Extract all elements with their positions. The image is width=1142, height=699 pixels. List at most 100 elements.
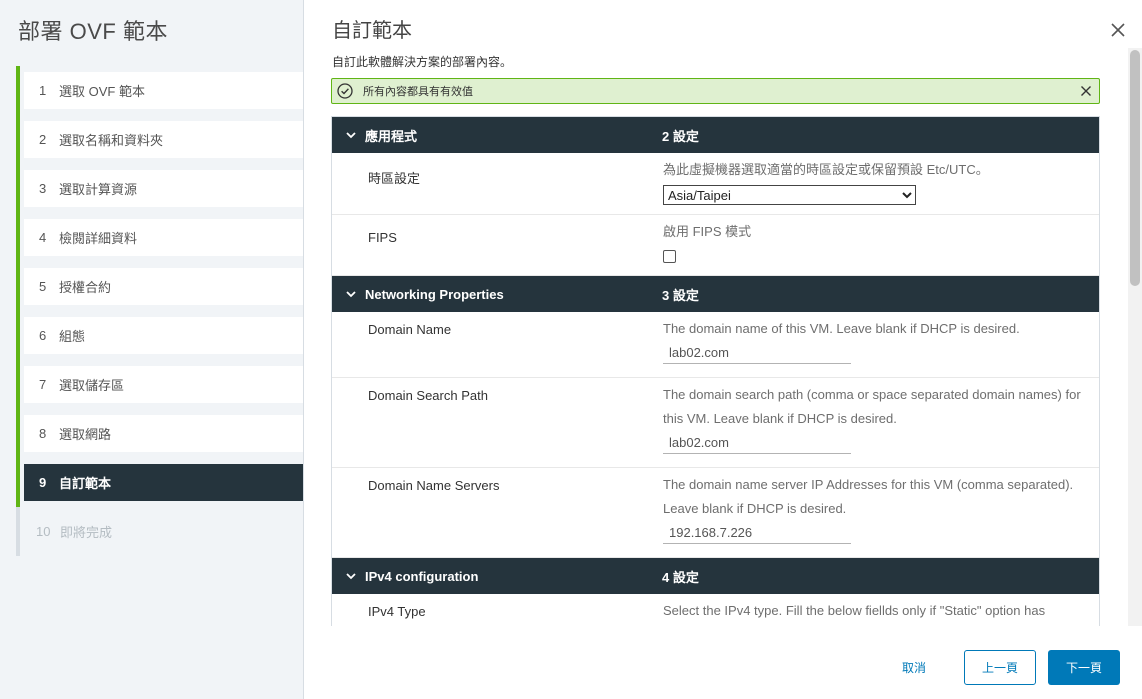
section-name: IPv4 configuration	[365, 568, 479, 584]
step-number: 8	[39, 426, 47, 441]
step-progress-bar	[16, 164, 20, 213]
fips-checkbox[interactable]	[663, 250, 676, 263]
step-card[interactable]: 5 授權合約	[24, 268, 303, 305]
wizard-step-9[interactable]: 9 自訂範本	[16, 458, 303, 507]
property-description: The domain search path (comma or space s…	[663, 387, 1081, 426]
wizard-step-10: 10 即將完成	[16, 507, 303, 556]
step-number: 5	[39, 279, 47, 294]
property-label: 時區設定	[368, 171, 421, 186]
step-label: 自訂範本	[59, 476, 112, 491]
wizard-sidebar: 部署 OVF 範本 1 選取 OVF 範本 2 選取名稱和資料夾 3 選取計算資源 4…	[0, 0, 304, 699]
timezone-select[interactable]: Asia/Taipei	[663, 185, 916, 205]
step-progress-bar	[16, 262, 20, 311]
domain-name-input[interactable]	[663, 342, 851, 364]
close-icon[interactable]	[1108, 20, 1128, 40]
section-name: 應用程式	[365, 128, 418, 144]
property-description: 啟用 FIPS 模式	[663, 224, 752, 239]
property-label: FIPS	[368, 230, 397, 245]
step-card[interactable]: 4 檢閱詳細資料	[24, 219, 303, 256]
section-header-networking[interactable]: Networking Properties 3 設定	[332, 276, 1099, 312]
chevron-down-icon[interactable]	[345, 129, 357, 141]
step-progress-bar	[16, 66, 20, 115]
scrollbar[interactable]	[1128, 48, 1142, 626]
alert-text: 所有內容都具有有效值	[363, 86, 473, 98]
step-progress-bar	[16, 409, 20, 458]
step-label: 組態	[59, 329, 86, 344]
wizard-step-7[interactable]: 7 選取儲存區	[16, 360, 303, 409]
section-header-app[interactable]: 應用程式 2 設定	[332, 117, 1099, 153]
scrollbar-thumb[interactable]	[1130, 50, 1140, 286]
back-button[interactable]: 上一頁	[964, 650, 1036, 685]
section-count: 4 設定	[662, 569, 699, 585]
domain-search-path-input[interactable]	[663, 432, 851, 454]
wizard-title: 部署 OVF 範本	[18, 19, 168, 44]
step-label: 授權合約	[59, 280, 112, 295]
step-label: 檢閱詳細資料	[59, 231, 138, 246]
property-description: Select the IPv4 type. Fill the below fie…	[663, 603, 1046, 618]
check-circle-icon	[337, 82, 355, 100]
step-progress-bar	[16, 458, 20, 507]
step-number: 10	[36, 524, 51, 539]
property-row-ipv4-type: IPv4 Type Select the IPv4 type. Fill the…	[332, 594, 1099, 626]
step-label: 選取 OVF 範本	[59, 84, 145, 99]
step-progress-bar	[16, 507, 20, 556]
section-count: 2 設定	[662, 128, 699, 144]
property-row-domain-name: Domain Name The domain name of this VM. …	[332, 312, 1099, 378]
step-card[interactable]: 8 選取網路	[24, 415, 303, 452]
property-row-timezone: 時區設定 為此虛擬機器選取適當的時區設定或保留預設 Etc/UTC。 Asia/…	[332, 153, 1099, 215]
wizard-step-5[interactable]: 5 授權合約	[16, 262, 303, 311]
wizard-step-8[interactable]: 8 選取網路	[16, 409, 303, 458]
wizard-step-6[interactable]: 6 組態	[16, 311, 303, 360]
property-label: Domain Name Servers	[368, 478, 500, 493]
step-progress-bar	[16, 213, 20, 262]
step-number: 7	[39, 377, 47, 392]
wizard-step-1[interactable]: 1 選取 OVF 範本	[16, 66, 303, 115]
section-header-ipv4[interactable]: IPv4 configuration 4 設定	[332, 558, 1099, 594]
step-progress-bar	[16, 115, 20, 164]
step-label: 選取計算資源	[59, 182, 138, 197]
step-card[interactable]: 1 選取 OVF 範本	[24, 72, 303, 109]
property-description: The domain name server IP Addresses for …	[663, 477, 1074, 516]
domain-name-servers-input[interactable]	[663, 522, 851, 544]
main-panel: 自訂範本 自訂此軟體解決方案的部署內容。 所有內容都具有有效值 應用程式 2 設…	[304, 0, 1142, 699]
step-number: 2	[39, 132, 47, 147]
page-subtitle: 自訂此軟體解決方案的部署內容。	[332, 55, 513, 69]
step-progress-bar	[16, 311, 20, 360]
wizard-step-3[interactable]: 3 選取計算資源	[16, 164, 303, 213]
step-label: 選取儲存區	[59, 378, 125, 393]
property-label: IPv4 Type	[368, 604, 426, 619]
property-row-domain-search-path: Domain Search Path The domain search pat…	[332, 378, 1099, 468]
wizard-step-4[interactable]: 4 檢閱詳細資料	[16, 213, 303, 262]
step-number: 9	[39, 475, 47, 490]
step-number: 1	[39, 83, 47, 98]
property-row-domain-name-servers: Domain Name Servers The domain name serv…	[332, 468, 1099, 558]
page-title: 自訂範本	[332, 20, 412, 42]
wizard-steps: 1 選取 OVF 範本 2 選取名稱和資料夾 3 選取計算資源 4 檢閱詳細資料 5 授權…	[16, 66, 303, 556]
wizard-step-2[interactable]: 2 選取名稱和資料夾	[16, 115, 303, 164]
chevron-down-icon[interactable]	[345, 570, 357, 582]
success-alert: 所有內容都具有有效值	[331, 78, 1100, 104]
step-card[interactable]: 3 選取計算資源	[24, 170, 303, 207]
cancel-button[interactable]: 取消	[902, 659, 926, 676]
property-label: Domain Name	[368, 322, 452, 337]
property-description: The domain name of this VM. Leave blank …	[663, 321, 1020, 336]
property-label: Domain Search Path	[368, 388, 488, 403]
next-button[interactable]: 下一頁	[1048, 650, 1120, 685]
step-label: 選取網路	[59, 427, 112, 442]
step-card-active[interactable]: 9 自訂範本	[24, 464, 303, 501]
alert-close-icon[interactable]	[1078, 83, 1094, 99]
step-number: 4	[39, 230, 47, 245]
property-description: 為此虛擬機器選取適當的時區設定或保留預設 Etc/UTC。	[663, 162, 989, 177]
step-card[interactable]: 6 組態	[24, 317, 303, 354]
property-row-fips: FIPS 啟用 FIPS 模式	[332, 215, 1099, 276]
step-number: 6	[39, 328, 47, 343]
step-progress-bar	[16, 360, 20, 409]
step-card[interactable]: 2 選取名稱和資料夾	[24, 121, 303, 158]
step-card[interactable]: 7 選取儲存區	[24, 366, 303, 403]
step-number: 3	[39, 181, 47, 196]
step-label: 選取名稱和資料夾	[59, 133, 164, 148]
properties-list: 應用程式 2 設定 時區設定 為此虛擬機器選取適當的時區設定或保留預設 Etc/…	[331, 116, 1100, 626]
step-label: 即將完成	[60, 525, 113, 540]
chevron-down-icon[interactable]	[345, 288, 357, 300]
section-name: Networking Properties	[365, 286, 504, 302]
